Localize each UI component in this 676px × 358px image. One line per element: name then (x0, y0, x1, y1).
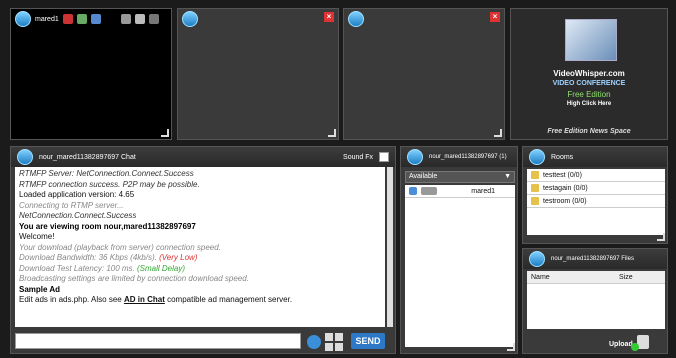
promo-line2: Video Conference (552, 80, 626, 87)
chat-line: Welcome! (19, 232, 55, 241)
soundfx-checkbox[interactable] (379, 152, 389, 162)
zoom-icon[interactable] (134, 14, 145, 24)
text-underline-icon[interactable] (325, 343, 333, 351)
user-name: mared1 (471, 187, 495, 195)
promo-line4[interactable]: High Click Here (511, 101, 667, 107)
user-avatar-icon (348, 11, 364, 27)
text-italic-icon[interactable] (335, 333, 343, 341)
soundfx-label: Sound Fx (343, 153, 373, 161)
chat-log: RTMFP Server: NetConnection.Connect.Succ… (15, 167, 385, 327)
lock-icon (531, 184, 539, 192)
video-header: mared1 (11, 9, 171, 29)
chat-line: NetConnection.Connect.Success (19, 211, 137, 220)
promo-footer: Free Edition News Space (547, 128, 631, 135)
upload-plus-icon (631, 343, 639, 351)
files-panel: nour_mared11382897697 Files Name Size Up… (522, 248, 668, 354)
chat-line: Connecting to RTMP server... (19, 200, 124, 210)
send-button[interactable]: SEND (351, 333, 385, 349)
users-panel: nour_mared11382897697 (1) Available ▼ ma… (400, 146, 518, 354)
resize-handle-icon[interactable] (507, 343, 515, 351)
chat-line: Download Bandwidth: 36 Kbps (4kb/s). (Ve… (19, 253, 198, 262)
chat-titlebar: nour_mared11382897697 Chat Sound Fx (11, 147, 395, 167)
user-list: mared1 (405, 185, 515, 347)
emoticon-icon[interactable] (307, 335, 321, 349)
status-value: Available (409, 173, 438, 180)
files-list: Name Size (527, 271, 665, 329)
user-avatar-icon (15, 11, 31, 27)
video-panel-1[interactable]: mared1 (10, 8, 172, 140)
user-icon (409, 187, 417, 195)
chevron-down-icon: ▼ (504, 173, 511, 180)
status-select[interactable]: Available ▼ (405, 171, 515, 183)
camera-icon[interactable] (62, 14, 73, 24)
list-item[interactable]: testagain (0/0) (527, 182, 665, 195)
video-username: mared1 (35, 15, 59, 23)
promo-line3: Free Edition (567, 90, 611, 99)
files-title: nour_mared11382897697 Files (551, 256, 634, 262)
promo-line1: VideoWhisper.com (553, 69, 625, 78)
chat-line: Sample Ad (19, 284, 61, 294)
video-header (344, 9, 504, 29)
users-title: nour_mared11382897697 (1) (429, 154, 507, 160)
room-name: testroom (0/0) (543, 197, 587, 205)
resize-handle-icon[interactable] (161, 129, 169, 137)
files-col-size[interactable]: Size (619, 274, 633, 281)
text-bold-icon[interactable] (325, 333, 333, 341)
list-item[interactable]: testroom (0/0) (527, 195, 665, 208)
chat-title: nour_mared11382897697 Chat (39, 153, 136, 161)
list-item[interactable]: mared1 (405, 185, 515, 198)
close-icon[interactable]: × (324, 12, 334, 22)
video-panel-3[interactable]: × (343, 8, 505, 140)
close-icon[interactable]: × (490, 12, 500, 22)
chat-line: Broadcasting settings are limited by con… (19, 274, 249, 283)
text-color-icon[interactable] (335, 343, 343, 351)
promo-panel[interactable]: VideoWhisper.com Video Conference Free E… (510, 8, 668, 140)
video-header (178, 9, 338, 29)
user-avatar-icon (17, 149, 33, 165)
rooms-titlebar: Rooms (523, 147, 667, 167)
chat-panel: nour_mared11382897697 Chat Sound Fx RTMF… (10, 146, 396, 354)
upload-label[interactable]: Upload (609, 341, 633, 348)
users-titlebar: nour_mared11382897697 (1) (401, 147, 517, 167)
room-name: testagain (0/0) (543, 184, 588, 192)
rooms-title: Rooms (551, 153, 574, 161)
mic-icon[interactable] (76, 14, 87, 24)
lock-icon (531, 197, 539, 205)
chat-input[interactable] (15, 333, 301, 349)
users-avatar-icon (407, 149, 423, 165)
ad-in-chat-link[interactable]: AD in Chat (124, 295, 165, 304)
chat-line: Loaded application version: 4.65 (19, 190, 135, 199)
video-panel-2[interactable]: × (177, 8, 339, 140)
rooms-list: testtest (0/0) testagain (0/0) testroom … (527, 169, 665, 235)
files-titlebar: nour_mared11382897697 Files (523, 249, 667, 269)
refresh-icon[interactable] (90, 14, 101, 24)
chat-line: Edit ads in ads.php. Also see AD in Chat… (19, 295, 293, 304)
chat-line: Your download (playback from server) con… (19, 242, 221, 252)
files-header-row: Name Size (527, 271, 665, 284)
room-name: testtest (0/0) (543, 171, 582, 179)
rooms-avatar-icon (529, 149, 545, 165)
chat-line: You are viewing room nour,mared113828976… (19, 221, 196, 231)
resize-handle-icon[interactable] (328, 129, 336, 137)
resize-handle-icon[interactable] (657, 233, 665, 241)
product-box-icon (565, 19, 617, 61)
resize-handle-icon[interactable] (494, 129, 502, 137)
chat-scrollbar[interactable] (387, 167, 393, 327)
settings-icon[interactable] (120, 14, 131, 24)
files-col-name[interactable]: Name (531, 274, 615, 281)
files-avatar-icon (529, 251, 545, 267)
list-item[interactable]: testtest (0/0) (527, 169, 665, 182)
chat-line: RTMFP Server: NetConnection.Connect.Succ… (19, 169, 194, 178)
snapshot-icon[interactable] (148, 14, 159, 24)
lock-icon (531, 171, 539, 179)
rooms-panel: Rooms testtest (0/0) testagain (0/0) tes… (522, 146, 668, 244)
chat-line: Download Test Latency: 100 ms. (Small De… (19, 263, 186, 273)
user-avatar-icon (182, 11, 198, 27)
chat-line: RTMFP connection success. P2P may be pos… (19, 179, 200, 189)
user-tools-icon (421, 187, 437, 195)
